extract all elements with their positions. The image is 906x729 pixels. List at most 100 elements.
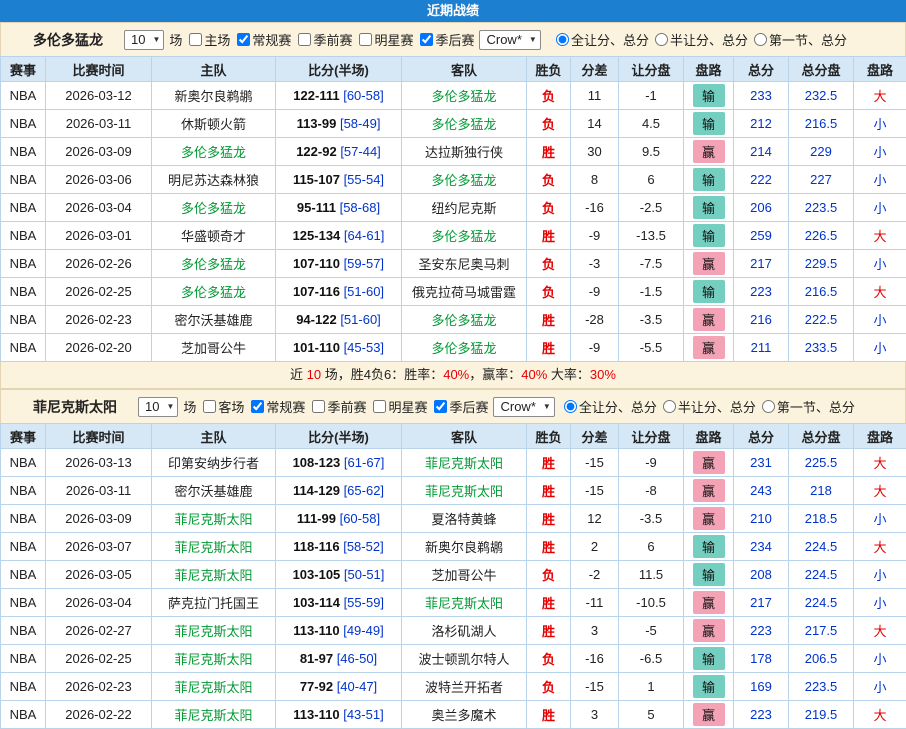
final-score: 122-92 <box>296 144 336 159</box>
filter-checkbox[interactable]: 明星赛 <box>369 397 427 416</box>
half-score: [51-60] <box>344 284 384 299</box>
away-team: 洛杉矶湖人 <box>402 617 527 645</box>
column-header: 客队 <box>402 424 527 449</box>
column-header: 比赛时间 <box>46 57 152 82</box>
odds-type-radio[interactable]: 全让分、总分 <box>560 397 657 416</box>
radio-input[interactable] <box>754 33 767 46</box>
game-row: NBA2026-03-09菲尼克斯太阳111-99 [60-58]夏洛特黄蜂胜1… <box>1 505 906 533</box>
checkbox-input[interactable] <box>203 400 216 413</box>
games-count-select[interactable]: 10▼ <box>138 397 178 417</box>
handicap-result: 赢 <box>684 617 734 645</box>
checkbox-input[interactable] <box>420 33 433 46</box>
checkbox-input[interactable] <box>251 400 264 413</box>
total-points: 169 <box>734 673 789 701</box>
summary-text: 近 <box>290 367 307 382</box>
win-loss: 胜 <box>527 533 571 561</box>
score: 125-134 [64-61] <box>276 222 402 250</box>
odds-type-radio[interactable]: 第一节、总分 <box>750 30 847 49</box>
filter-checkbox[interactable]: 主场 <box>185 30 230 49</box>
total-points: 222 <box>734 166 789 194</box>
sections: 多伦多猛龙10▼场主场常规赛季前赛明星赛季后赛Crow*▼全让分、总分半让分、总… <box>0 22 906 729</box>
radio-input[interactable] <box>556 33 569 46</box>
checkbox-input[interactable] <box>312 400 325 413</box>
filter-checkbox[interactable]: 常规赛 <box>233 30 291 49</box>
score: 101-110 [45-53] <box>276 334 402 362</box>
handicap-line: -1.5 <box>619 278 684 306</box>
win-loss: 胜 <box>527 449 571 477</box>
filter-checkbox[interactable]: 季前赛 <box>308 397 366 416</box>
radio-input[interactable] <box>663 400 676 413</box>
game-date: 2026-03-05 <box>46 561 152 589</box>
results-table: 赛事比赛时间主队比分(半场)客队胜负分差让分盘盘路总分总分盘盘路NBA2026-… <box>0 56 906 362</box>
game-date: 2026-03-07 <box>46 533 152 561</box>
radio-input[interactable] <box>655 33 668 46</box>
half-score: [58-68] <box>340 200 380 215</box>
point-diff: 2 <box>571 533 619 561</box>
score: 114-129 [65-62] <box>276 477 402 505</box>
handicap-result-badge: 赢 <box>693 140 725 163</box>
checkbox-input[interactable] <box>373 400 386 413</box>
mode-select[interactable]: Crow*▼ <box>479 30 540 50</box>
handicap-result: 赢 <box>684 477 734 505</box>
odds-type-radio[interactable]: 第一节、总分 <box>758 397 855 416</box>
checkbox-input[interactable] <box>434 400 447 413</box>
league: NBA <box>1 533 46 561</box>
point-diff: -16 <box>571 645 619 673</box>
radio-input[interactable] <box>762 400 775 413</box>
total-points: 216 <box>734 306 789 334</box>
final-score: 118-116 <box>293 539 339 554</box>
checkbox-input[interactable] <box>359 33 372 46</box>
half-score: [60-58] <box>343 88 383 103</box>
total-line: 225.5 <box>789 449 854 477</box>
total-points: 231 <box>734 449 789 477</box>
half-score: [65-62] <box>344 483 384 498</box>
home-team: 明尼苏达森林狼 <box>152 166 276 194</box>
game-date: 2026-02-25 <box>46 278 152 306</box>
win-loss: 胜 <box>527 589 571 617</box>
filter-checkbox[interactable]: 季后赛 <box>416 30 474 49</box>
game-row: NBA2026-02-23菲尼克斯太阳77-92 [40-47]波特兰开拓者负-… <box>1 673 906 701</box>
odds-type-radio[interactable]: 全让分、总分 <box>552 30 649 49</box>
column-header: 赛事 <box>1 424 46 449</box>
checkbox-input[interactable] <box>189 33 202 46</box>
filter-checkbox[interactable]: 季前赛 <box>294 30 352 49</box>
over-under-result: 大 <box>854 222 906 250</box>
handicap-line: 5 <box>619 701 684 729</box>
game-row: NBA2026-03-04多伦多猛龙95-111 [58-68]纽约尼克斯负-1… <box>1 194 906 222</box>
odds-type-radio[interactable]: 半让分、总分 <box>659 397 756 416</box>
mode-select-value: Crow* <box>500 399 535 414</box>
filter-checkbox[interactable]: 常规赛 <box>247 397 305 416</box>
column-header: 让分盘 <box>619 57 684 82</box>
home-team: 萨克拉门托国王 <box>152 589 276 617</box>
game-row: NBA2026-03-05菲尼克斯太阳103-105 [50-51]芝加哥公牛负… <box>1 561 906 589</box>
win-loss: 负 <box>527 673 571 701</box>
handicap-result: 赢 <box>684 334 734 362</box>
filter-checkbox[interactable]: 季后赛 <box>430 397 488 416</box>
total-points: 217 <box>734 250 789 278</box>
game-row: NBA2026-03-06明尼苏达森林狼115-107 [55-54]多伦多猛龙… <box>1 166 906 194</box>
league: NBA <box>1 306 46 334</box>
handicap-result-badge: 输 <box>693 280 725 303</box>
final-score: 114-129 <box>293 483 340 498</box>
game-date: 2026-03-11 <box>46 477 152 505</box>
score: 122-111 [60-58] <box>276 82 402 110</box>
league: NBA <box>1 617 46 645</box>
checkbox-input[interactable] <box>298 33 311 46</box>
final-score: 103-105 <box>293 567 341 582</box>
odds-type-radio[interactable]: 半让分、总分 <box>651 30 748 49</box>
checkbox-input[interactable] <box>237 33 250 46</box>
filter-checkbox[interactable]: 明星赛 <box>355 30 413 49</box>
total-points: 208 <box>734 561 789 589</box>
games-count-select[interactable]: 10▼ <box>124 30 164 50</box>
league: NBA <box>1 505 46 533</box>
radio-input[interactable] <box>564 400 577 413</box>
total-points: 211 <box>734 334 789 362</box>
away-team: 波士顿凯尔特人 <box>402 645 527 673</box>
point-diff: -3 <box>571 250 619 278</box>
score: 103-114 [55-59] <box>276 589 402 617</box>
page-title: 近期战绩 <box>0 0 906 22</box>
point-diff: 14 <box>571 110 619 138</box>
mode-select[interactable]: Crow*▼ <box>493 397 554 417</box>
filter-checkbox[interactable]: 客场 <box>199 397 244 416</box>
win-loss: 负 <box>527 110 571 138</box>
